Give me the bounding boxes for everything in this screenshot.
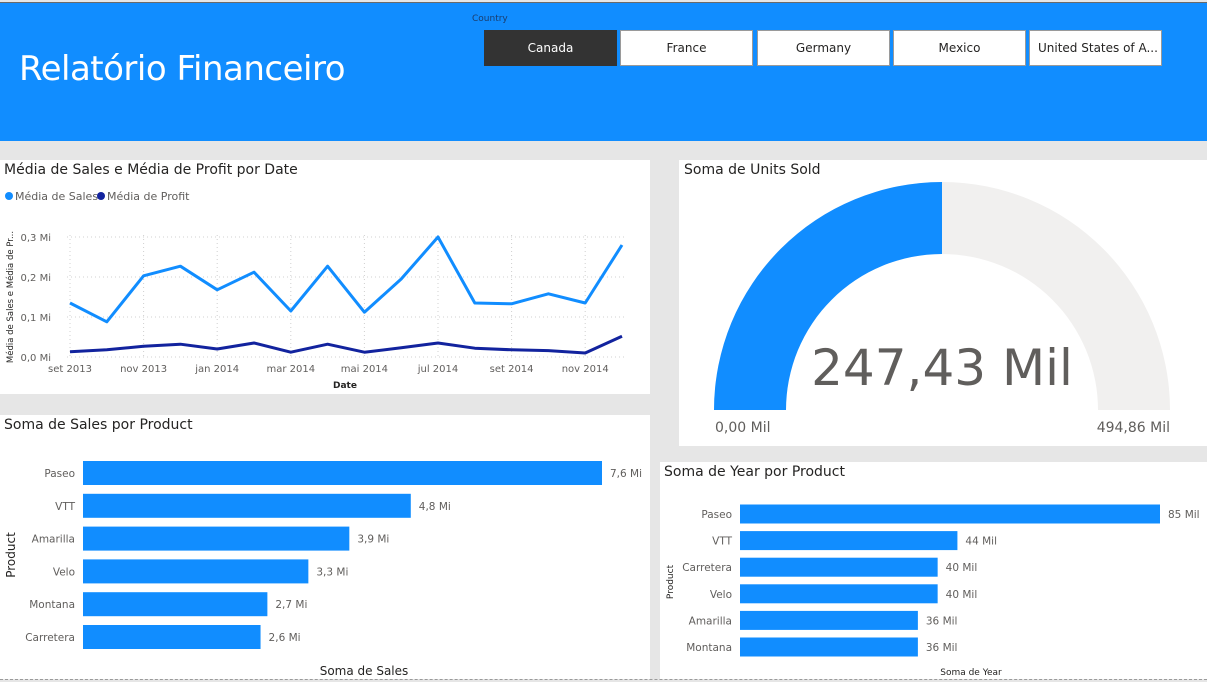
bar <box>83 493 411 518</box>
country-option-germany[interactable]: Germany <box>757 30 890 66</box>
x-axis-title: Soma de Sales <box>320 664 409 678</box>
legend-label-0: Média de Sales <box>15 190 98 203</box>
data-label: 40 Mil <box>946 589 978 601</box>
country-option-france[interactable]: France <box>620 30 753 66</box>
x-tick-label: jan 2014 <box>194 364 239 375</box>
x-tick-label: nov 2014 <box>562 364 609 375</box>
report-title: Relatório Financeiro <box>19 49 346 89</box>
category-label: Amarilla <box>689 615 732 627</box>
bar <box>740 610 918 630</box>
data-label: 36 Mil <box>926 642 958 654</box>
category-label: Paseo <box>44 468 75 480</box>
x-tick-label: mai 2014 <box>341 364 388 375</box>
year-bar-panel: Soma de Year por Product Paseo 85 Mil VTT 4… <box>660 462 1207 679</box>
data-label: 36 Mil <box>926 615 958 627</box>
country-option-canada[interactable]: Canada <box>484 30 617 66</box>
sales-bar-panel: Soma de Sales por Product Paseo 7,6 Mi VTT… <box>0 415 650 679</box>
data-label: 85 Mil <box>1168 509 1200 521</box>
gauge-chart: 247,43 Mil 0,00 Mil 494,86 Mil <box>714 182 1170 436</box>
country-slicer-label: Country <box>472 14 508 24</box>
category-label: Carretera <box>25 632 75 644</box>
legend-marker-0 <box>5 192 13 200</box>
y-tick-label: 0,0 Mi <box>21 353 52 364</box>
bar <box>740 584 938 604</box>
y-axis-title: Product <box>4 532 18 578</box>
category-label: VTT <box>712 536 732 548</box>
category-label: Paseo <box>701 509 732 521</box>
bar <box>83 592 268 617</box>
year-bar-chart: Paseo 85 Mil VTT 44 Mil Carretera 40 Mil Velo 4… <box>666 504 1200 678</box>
data-label: 3,3 Mi <box>316 566 348 578</box>
data-label: 2,7 Mi <box>275 599 307 611</box>
country-option-mexico[interactable]: Mexico <box>893 30 1026 66</box>
data-label: 40 Mil <box>946 562 978 574</box>
y-axis-title: Média de Sales e Média de Pr... <box>5 231 16 363</box>
bar <box>83 526 350 551</box>
x-tick-label: nov 2013 <box>120 364 167 375</box>
page-bottom-border <box>0 679 1207 680</box>
gauge-max-label: 494,86 Mil <box>1097 420 1170 436</box>
legend-marker-1 <box>97 192 105 200</box>
data-label: 2,6 Mi <box>269 632 301 644</box>
x-tick-label: mar 2014 <box>266 364 315 375</box>
data-label: 3,9 Mi <box>357 534 389 546</box>
series-line-sales <box>69 235 624 324</box>
bar <box>83 625 261 649</box>
category-label: Velo <box>710 589 732 601</box>
data-label: 7,6 Mi <box>610 468 642 480</box>
bar <box>740 531 958 551</box>
gauge-min-label: 0,00 Mil <box>715 420 770 436</box>
line-chart-panel: Média de Sales e Média de Profit por Dat… <box>0 160 650 394</box>
category-label: Montana <box>29 599 75 611</box>
category-label: Carretera <box>682 562 732 574</box>
category-label: Amarilla <box>32 534 75 546</box>
x-axis-title: Date <box>333 381 357 391</box>
category-label: VTT <box>55 501 75 513</box>
gauge-value-label: 247,43 Mil <box>811 339 1073 397</box>
y-tick-label: 0,1 Mi <box>21 313 52 324</box>
x-axis-title: Soma de Year <box>940 668 1002 678</box>
data-label: 44 Mil <box>965 536 997 548</box>
country-option-united-states[interactable]: United States of A... <box>1029 30 1162 66</box>
report-header: Relatório Financeiro Country Canada Fran… <box>0 2 1207 141</box>
x-tick-label: jul 2014 <box>417 364 459 375</box>
line-chart: Média de Sales Média de Profit Média de Sa… <box>5 190 627 391</box>
sales-bar-chart: Paseo 7,6 Mi VTT 4,8 Mi Amarilla 3,9 Mi Velo 3,… <box>4 461 642 678</box>
category-label: Velo <box>53 566 75 578</box>
legend-label-1: Média de Profit <box>107 190 190 203</box>
y-axis-title: Product <box>666 564 676 599</box>
bar <box>83 559 309 584</box>
series-line-profit <box>69 334 623 355</box>
bar <box>740 557 938 577</box>
bar <box>740 637 918 657</box>
category-label: Montana <box>686 642 732 654</box>
bar <box>83 461 602 485</box>
data-label: 4,8 Mi <box>419 501 451 513</box>
gauge-panel: Soma de Units Sold 247,43 Mil 0,00 Mil 494… <box>679 160 1207 446</box>
y-tick-label: 0,2 Mi <box>21 273 52 284</box>
x-tick-label: set 2014 <box>490 364 534 375</box>
y-tick-label: 0,3 Mi <box>21 233 52 244</box>
x-tick-label: set 2013 <box>48 364 92 375</box>
bar <box>740 504 1160 524</box>
